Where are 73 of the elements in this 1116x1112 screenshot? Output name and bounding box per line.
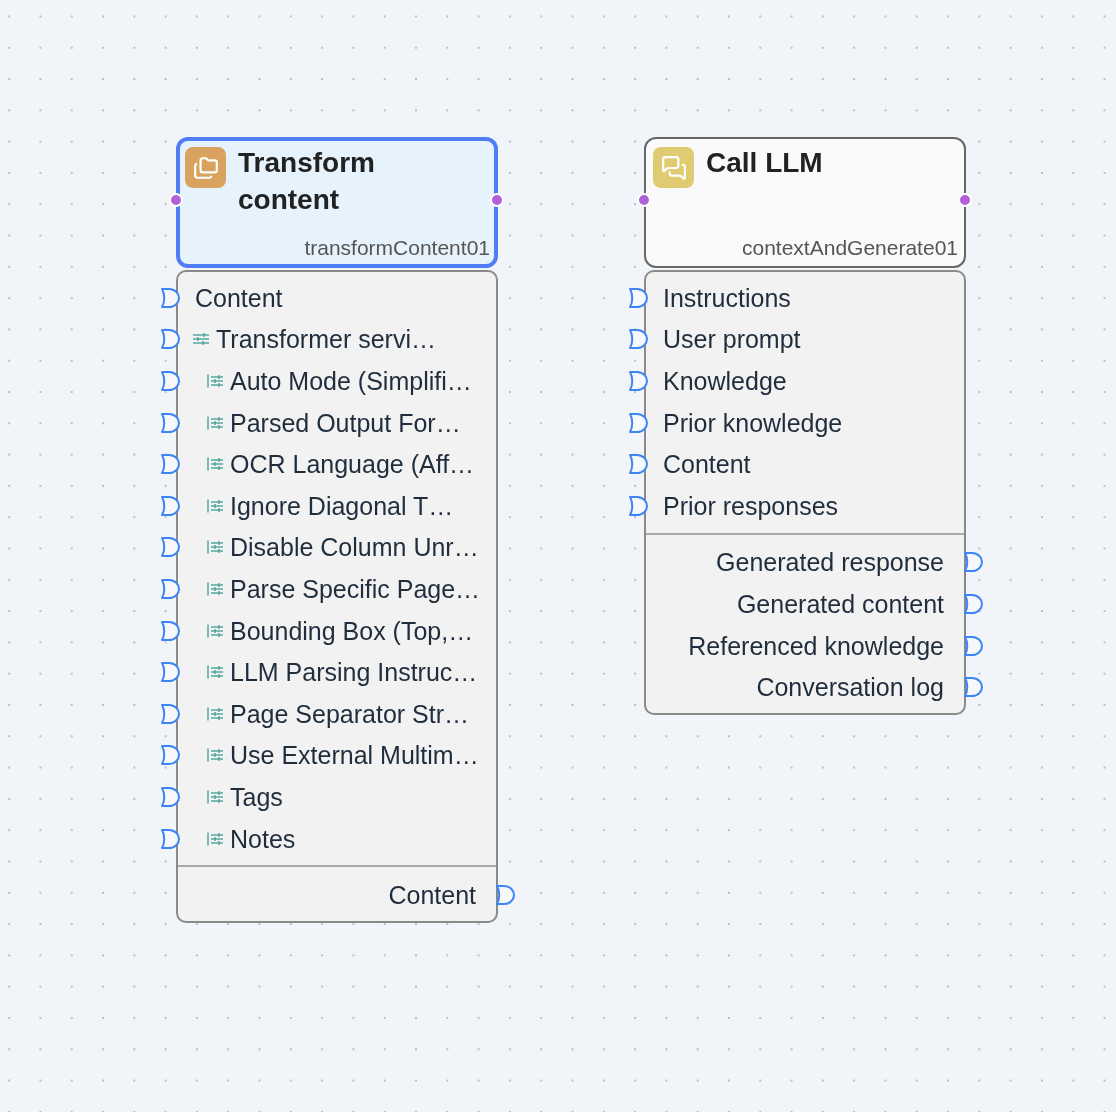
port-icon[interactable] (963, 592, 983, 615)
input-label: Transformer servi… (216, 324, 436, 355)
nested-sliders-icon (207, 623, 223, 638)
input-label: Notes (230, 823, 296, 854)
sliders-icon (193, 332, 209, 347)
nested-sliders-icon (207, 457, 223, 472)
node-id-label: transformContent01 (304, 235, 490, 261)
output-label: Content (388, 880, 476, 911)
output-label: Generated content (736, 588, 944, 619)
port-icon[interactable] (963, 634, 983, 657)
port-icon[interactable] (160, 453, 180, 476)
input-label: Auto Mode (Simplifi… (230, 366, 472, 396)
port-icon[interactable] (160, 411, 180, 434)
port-icon[interactable] (160, 536, 180, 559)
input-label: Tags (230, 781, 283, 812)
input-label: Content (195, 282, 283, 313)
input-label: Instructions (663, 282, 791, 313)
nested-sliders-icon (207, 748, 223, 763)
input-label: LLM Parsing Instruc… (230, 657, 478, 688)
input-label: Parsed Output For… (230, 407, 461, 438)
nested-sliders-icon (207, 540, 223, 555)
port-icon[interactable] (160, 494, 180, 517)
node-title: Call LLM (706, 146, 823, 180)
connection-dot-icon[interactable] (169, 193, 183, 207)
port-icon[interactable] (628, 286, 648, 309)
port-icon[interactable] (628, 411, 648, 434)
output-label: Generated response (716, 547, 944, 578)
nested-sliders-icon (207, 831, 223, 846)
input-label: Bounding Box (Top,… (230, 615, 474, 646)
nested-sliders-icon (207, 581, 223, 596)
input-label: Use External Multim… (230, 740, 479, 771)
nested-sliders-icon (207, 665, 223, 680)
input-label: OCR Language (Aff… (230, 449, 475, 480)
output-label: Referenced knowledge (688, 630, 944, 661)
node-id-label: contextAndGenerate01 (742, 235, 958, 261)
port-icon[interactable] (160, 577, 180, 600)
port-icon[interactable] (963, 551, 983, 574)
input-label: Content (663, 449, 751, 480)
port-icon[interactable] (628, 328, 648, 351)
node-header[interactable]: Transform content transformContent01 (176, 137, 498, 268)
output-label: Conversation log (756, 672, 944, 703)
port-icon[interactable] (160, 328, 180, 351)
port-icon[interactable] (160, 286, 180, 309)
port-icon[interactable] (495, 884, 515, 907)
nested-sliders-icon (207, 415, 223, 430)
connection-dot-icon[interactable] (637, 193, 651, 207)
connection-dot-icon[interactable] (958, 193, 972, 207)
node-title: Transform content (238, 146, 376, 217)
port-icon[interactable] (628, 370, 648, 392)
input-label: Prior knowledge (663, 407, 843, 438)
port-icon[interactable] (628, 494, 648, 517)
node-header[interactable]: Call LLM contextAndGenerate01 (644, 137, 966, 268)
input-label: Ignore Diagonal T… (230, 490, 454, 521)
port-icon[interactable] (160, 702, 180, 725)
port-icon[interactable] (160, 661, 180, 684)
connection-dot-icon[interactable] (490, 193, 504, 207)
port-icon[interactable] (160, 827, 180, 850)
nested-sliders-icon (207, 789, 223, 804)
input-label: Prior responses (663, 490, 839, 521)
input-label: User prompt (663, 324, 801, 355)
input-label: Disable Column Unr… (230, 532, 479, 563)
port-icon[interactable] (160, 744, 180, 767)
nested-sliders-icon (207, 498, 223, 513)
port-icon[interactable] (160, 370, 180, 392)
port-icon[interactable] (160, 785, 180, 808)
port-icon[interactable] (628, 453, 648, 476)
input-label: Knowledge (663, 366, 787, 396)
port-icon[interactable] (160, 619, 180, 642)
port-icon[interactable] (963, 676, 983, 699)
input-label: Parse Specific Page… (230, 573, 481, 604)
nested-sliders-icon (207, 706, 223, 721)
nested-sliders-icon (207, 374, 223, 388)
input-label: Page Separator Str… (230, 698, 469, 729)
